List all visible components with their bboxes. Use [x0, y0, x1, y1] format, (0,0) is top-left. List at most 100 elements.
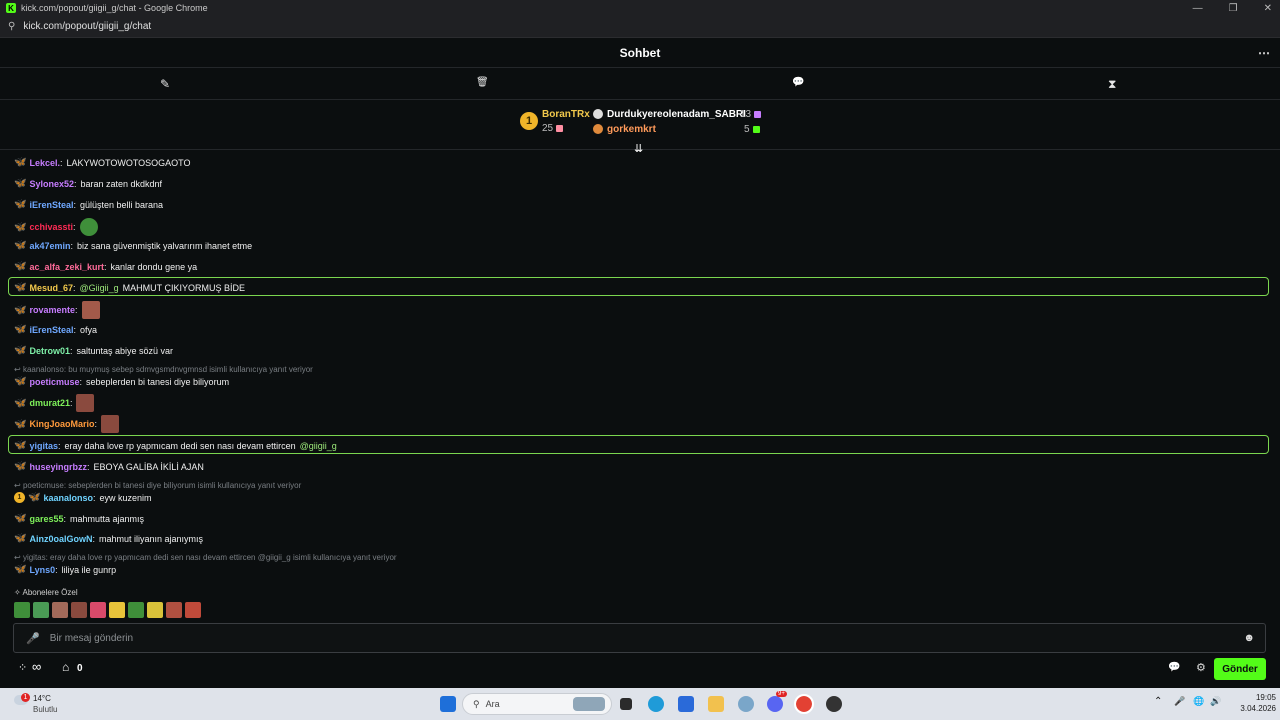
chat-username[interactable]: kaanalonso — [43, 493, 93, 503]
weather-desc: Bulutlu — [33, 705, 58, 714]
store-app-icon[interactable] — [678, 696, 694, 712]
chat-username[interactable]: iErenSteal — [29, 325, 73, 335]
reply-context[interactable]: ↩ kaanalonso: bu muymuş sebep sdmvgsmdnv… — [14, 365, 313, 374]
gift-icon — [754, 110, 762, 118]
chat-message: 🦋 Detrow01: saltuntaş abiye sözü var — [14, 345, 174, 356]
chat-username[interactable]: Mesud_67 — [29, 283, 73, 293]
chat-username[interactable]: rovamente — [29, 305, 75, 315]
address-bar[interactable]: ⚲ kick.com/popout/giigii_g/chat — [0, 16, 1280, 38]
chat-username[interactable]: ak47emin — [29, 241, 70, 251]
chat-username[interactable]: Sylonex52 — [29, 179, 74, 189]
chat-header: Sohbet ⋯ — [0, 38, 1280, 68]
chat-username[interactable]: Ainz0oalGowN — [29, 534, 92, 544]
task-view-icon[interactable] — [620, 698, 632, 710]
butterfly-badge-icon: 🦋 — [14, 461, 27, 472]
reply-arrow-icon: ↩ — [14, 481, 23, 490]
chat-username[interactable]: yigitas — [29, 441, 58, 451]
page-title: Sohbet — [619, 45, 661, 60]
tray-expand-icon[interactable]: ⌃ — [1154, 696, 1162, 707]
emoji-picker-icon[interactable]: ☻ — [1243, 632, 1255, 644]
chrome-icon[interactable] — [794, 694, 814, 714]
pepe-emote-icon[interactable] — [128, 602, 144, 618]
chat-username[interactable]: Lekcel. — [29, 158, 60, 168]
store-icon[interactable]: ⌂ — [62, 660, 69, 674]
chat-text: biz sana güvenmiştik yalvarırım ihanet e… — [77, 240, 253, 251]
infinity-icon[interactable]: ∞ — [32, 659, 41, 674]
chat-username[interactable]: gares55 — [29, 514, 63, 524]
trash-icon[interactable]: 🗑 — [476, 77, 489, 88]
discord-icon[interactable] — [767, 696, 783, 712]
send-button[interactable]: Gönder — [1214, 658, 1266, 680]
chat-text: mahmut iliyanın ajanıymış — [98, 533, 204, 544]
butterfly-badge-icon: 🦋 — [14, 324, 27, 335]
face-emote-icon — [100, 415, 119, 433]
url-text[interactable]: kick.com/popout/giigii_g/chat — [23, 21, 151, 32]
chat-input[interactable] — [49, 632, 1200, 644]
chat-username[interactable]: ac_alfa_zeki_kurt — [29, 262, 104, 272]
store-count: 0 — [77, 663, 83, 674]
clock-date[interactable]: 3.04.2026 — [1226, 704, 1276, 713]
edge-browser-icon[interactable] — [648, 696, 664, 712]
chat-username[interactable]: huseyingrbzz — [29, 462, 87, 472]
weather-temp[interactable]: 14°C — [33, 694, 51, 703]
windows-start-icon[interactable] — [440, 696, 456, 712]
leader-first-name[interactable]: BoranTRx — [542, 109, 590, 120]
chat-username[interactable]: KingJoaoMario — [29, 419, 94, 429]
network-icon[interactable]: 🌐 — [1193, 696, 1204, 707]
pepe-emote-icon — [79, 218, 98, 236]
tray-mic-icon[interactable]: 🎤 — [1174, 696, 1185, 707]
chat-bottom-bar: ⁘ ∞ ⌂ 0 💬 ⚙ Gönder — [0, 656, 1280, 684]
taskbar-search[interactable]: ⚲ Ara — [462, 693, 612, 715]
chat-text: eyw kuzenim — [99, 492, 152, 503]
maximize-button[interactable]: ❐ — [1229, 3, 1238, 14]
banana-emote-icon[interactable] — [147, 602, 163, 618]
pin-icon[interactable]: ✎ — [160, 77, 170, 91]
chat-message-list[interactable]: 🦋 Lekcel.: LAKYWOTOWOTOSOGAOTO 🦋 Sylonex52:… — [0, 152, 1280, 622]
file-explorer-icon[interactable] — [708, 696, 724, 712]
face-emote-icon[interactable] — [185, 602, 201, 618]
pepe-emote-icon[interactable] — [33, 602, 49, 618]
github-icon[interactable] — [826, 696, 842, 712]
leader-second-name[interactable]: Durdukyereolenadam_SABRI — [607, 109, 746, 120]
chat-bubble-icon[interactable]: 💬 — [792, 77, 804, 88]
face-emote-icon[interactable] — [71, 602, 87, 618]
chat-username[interactable]: Detrow01 — [29, 346, 70, 356]
chat-username[interactable]: cchivassti — [29, 222, 73, 232]
leader-first-value: 25 — [542, 123, 564, 134]
microphone-icon[interactable]: 🎤 — [26, 632, 40, 645]
leader-third-name[interactable]: gorkemkrt — [607, 124, 656, 135]
reply-context[interactable]: ↩ poeticmuse: sebeplerden bi tanesi diye… — [14, 481, 301, 490]
face-emote-icon[interactable] — [166, 602, 182, 618]
minimize-button[interactable]: — — [1193, 3, 1203, 14]
settings-app-icon[interactable] — [738, 696, 754, 712]
butterfly-badge-icon: 🦋 — [14, 397, 27, 409]
reply-text: poeticmuse: sebeplerden bi tanesi diye b… — [22, 481, 302, 490]
face-emote-icon[interactable] — [52, 602, 68, 618]
butterfly-badge-icon: 🦋 — [14, 345, 27, 356]
cat-emote-icon[interactable] — [109, 602, 125, 618]
chat-text: MAHMUT ÇIKIYORMUŞ BİDE — [122, 282, 245, 293]
chat-username[interactable]: Lyns0 — [29, 565, 55, 575]
site-info-icon[interactable]: ⚲ — [8, 21, 15, 32]
heart-emote-icon[interactable] — [90, 602, 106, 618]
volume-icon[interactable]: 🔊 — [1210, 696, 1221, 707]
points-icon[interactable]: ⁘ — [18, 661, 27, 674]
mention-text[interactable]: @giigii_g — [300, 441, 337, 451]
close-button[interactable]: ✕ — [1264, 3, 1272, 14]
settings-gear-icon[interactable]: ⚙ — [1196, 661, 1206, 674]
subscriber-emotes-label: ✧ Abonelere Özel — [14, 588, 78, 597]
chat-username[interactable]: iErenSteal — [29, 200, 73, 210]
bronze-medal-icon — [593, 124, 603, 134]
chat-username[interactable]: poeticmuse — [29, 377, 79, 387]
butterfly-badge-icon: 🦋 — [14, 221, 27, 233]
reply-context[interactable]: ↩ yigitas: eray daha love rp yapmıcam de… — [14, 553, 397, 562]
more-options-icon[interactable]: ⋯ — [1258, 46, 1270, 60]
chat-settings-bubble-icon[interactable]: 💬 — [1168, 662, 1180, 673]
clock-time[interactable]: 19:05 — [1240, 693, 1276, 702]
mention-text[interactable]: @Giigii_g — [80, 283, 119, 293]
gift-icon — [556, 124, 564, 132]
chat-username[interactable]: dmurat21 — [29, 398, 70, 408]
chat-input-box[interactable]: 🎤 ☻ — [13, 623, 1266, 653]
hourglass-icon[interactable]: ⧗ — [1108, 77, 1116, 92]
pepe-emote-icon[interactable] — [14, 602, 30, 618]
